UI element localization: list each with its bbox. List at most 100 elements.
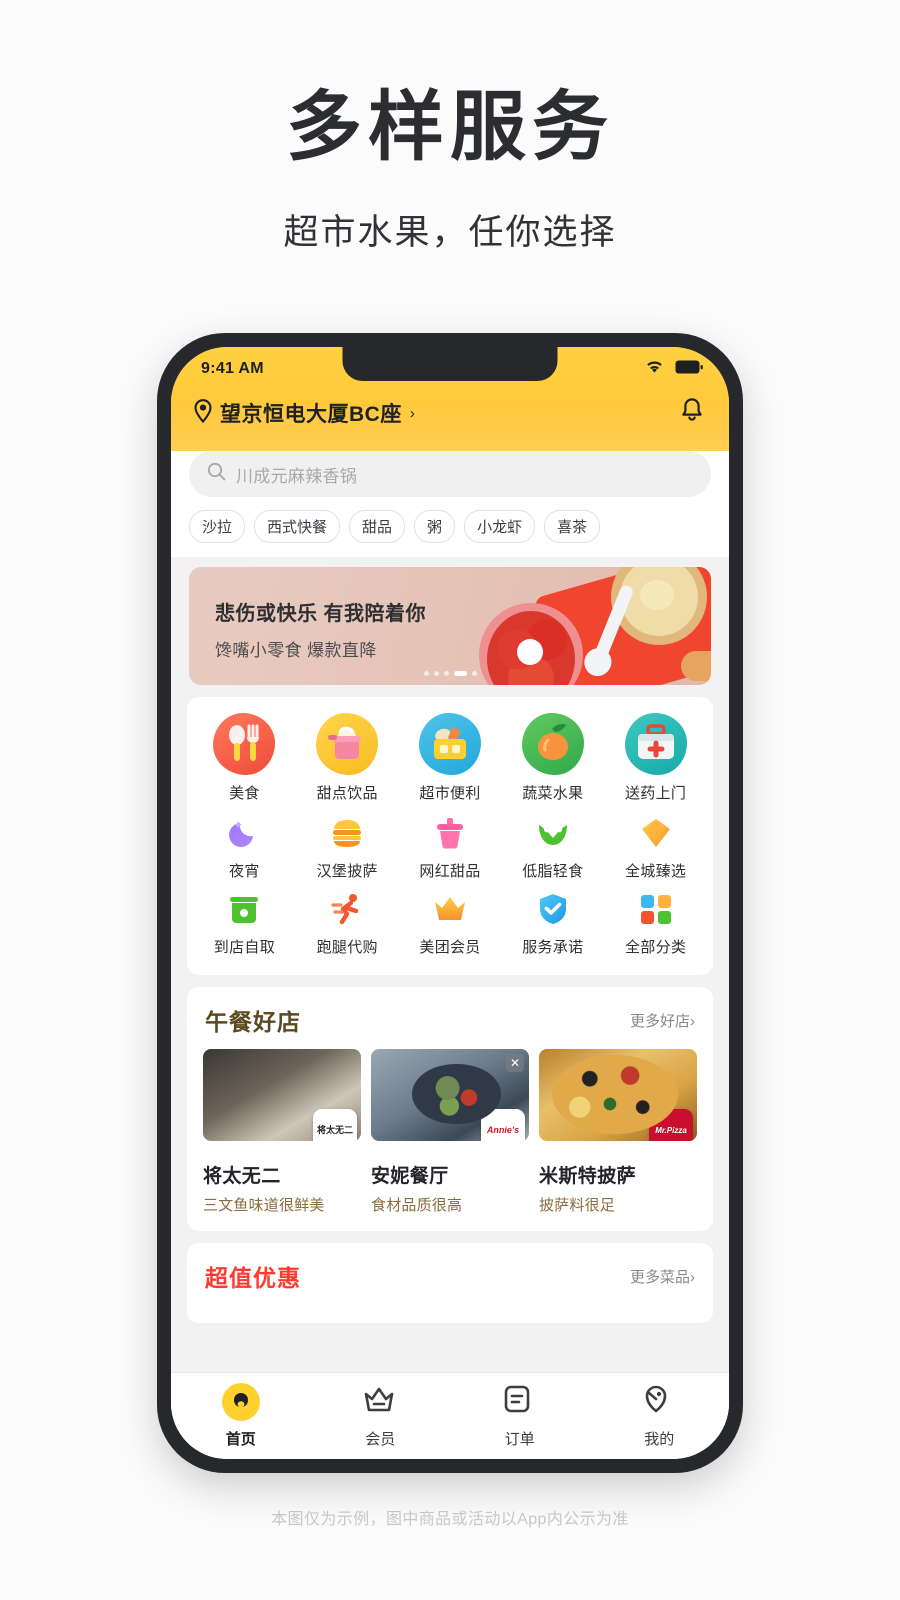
- lunch-stores-card: 午餐好店 更多好店› 将太无二 将太无二 三文鱼味道很鲜美 ✕ Annie's …: [187, 987, 713, 1231]
- store-name: 米斯特披萨: [539, 1166, 637, 1187]
- more-dishes-label: 更多菜品: [629, 1268, 690, 1286]
- profile-icon: [640, 1383, 678, 1421]
- category-grid: 美食 甜点饮品 超市便利 蔬菜水果 送药上门 夜宵 汉堡披萨 网红甜品 低脂轻食…: [187, 697, 713, 975]
- more-dishes-link[interactable]: 更多菜品›: [630, 1266, 695, 1287]
- tab-home[interactable]: 首页: [171, 1383, 311, 1449]
- grid-label: 全部分类: [624, 939, 687, 956]
- banner-text: 悲伤或快乐 有我陪着你 馋嘴小零食 爆款直降: [189, 567, 711, 661]
- grid-label: 送药上门: [624, 785, 687, 802]
- bottom-tab-bar: 首页 会员 订单 我的: [171, 1373, 729, 1459]
- page-title: 多样服务: [286, 85, 614, 170]
- store-desc: 披萨料很足: [539, 1197, 616, 1214]
- chevron-right-icon: ›: [690, 1268, 695, 1286]
- grid-item-burger-pizza[interactable]: 汉堡披萨: [296, 809, 399, 881]
- category-grid-card: 美食 甜点饮品 超市便利 蔬菜水果 送药上门 夜宵 汉堡披萨 网红甜品 低脂轻食…: [187, 697, 713, 975]
- chip-western-fastfood[interactable]: 西式快餐: [254, 510, 341, 543]
- section-title: 午餐好店: [205, 1009, 301, 1035]
- tab-label: 我的: [644, 1431, 675, 1448]
- grid-label: 超市便利: [419, 785, 481, 802]
- grid-item-supermarket[interactable]: 超市便利: [399, 713, 502, 803]
- grid-item-all-categories[interactable]: 全部分类: [604, 885, 707, 957]
- chip-congee[interactable]: 粥: [414, 510, 456, 543]
- page-subtitle: 超市水果，任你选择: [283, 212, 617, 252]
- grid-label: 蔬菜水果: [522, 785, 584, 802]
- grid-item-city-selection[interactable]: 全城臻选: [604, 809, 707, 881]
- disclaimer-text: 本图仅为示例，图中商品或活动以App内公示为准: [271, 1511, 629, 1528]
- grid-label: 全城臻选: [624, 863, 687, 880]
- grid-item-service-promise[interactable]: 服务承诺: [501, 885, 604, 957]
- order-list-icon: [501, 1383, 539, 1421]
- search-placeholder: 川成元麻辣香锅: [236, 466, 358, 486]
- deals-card: 超值优惠 更多菜品›: [187, 1243, 713, 1323]
- grid-item-dessert-drinks[interactable]: 甜点饮品: [296, 713, 399, 803]
- grid-item-trendy-dessert[interactable]: 网红甜品: [399, 809, 502, 881]
- burger-icon: [329, 815, 365, 851]
- grid-item-vegetables-fruit[interactable]: 蔬菜水果: [501, 713, 604, 803]
- banner-dot[interactable]: [471, 671, 477, 676]
- close-icon[interactable]: ✕: [506, 1054, 524, 1072]
- dessert-cup-icon: [432, 815, 468, 851]
- chip-dessert[interactable]: 甜品: [349, 510, 406, 543]
- grid-item-food[interactable]: 美食: [193, 713, 296, 803]
- utensils-icon: [213, 713, 276, 775]
- grid-label: 低脂轻食: [522, 863, 584, 880]
- shopping-basket-icon: [418, 713, 481, 775]
- grid-label: 美团会员: [419, 939, 481, 956]
- status-icons: [645, 360, 703, 379]
- tab-label: 订单: [504, 1431, 535, 1448]
- app-content[interactable]: 川成元麻辣香锅 沙拉 西式快餐 甜品 粥 小龙虾 喜茶 悲伤或快乐 有我陪着你 …: [171, 451, 729, 1459]
- store-name: 安妮餐厅: [371, 1166, 449, 1187]
- search-input[interactable]: 川成元麻辣香锅: [189, 451, 711, 497]
- grid-item-pickup[interactable]: 到店自取: [193, 885, 296, 957]
- grid-item-late-night[interactable]: 夜宵: [193, 809, 296, 881]
- chip-crayfish[interactable]: 小龙虾: [464, 510, 536, 543]
- bell-icon[interactable]: [679, 397, 705, 429]
- search-section: 川成元麻辣香锅 沙拉 西式快餐 甜品 粥 小龙虾 喜茶: [171, 451, 729, 557]
- store-image: 将太无二: [203, 1049, 361, 1141]
- diamond-icon: [638, 815, 674, 851]
- store-card[interactable]: ✕ Annie's 安妮餐厅 食材品质很高: [371, 1049, 529, 1215]
- store-logo: Annie's: [481, 1109, 525, 1141]
- shield-check-icon: [535, 891, 571, 927]
- tab-member[interactable]: 会员: [311, 1383, 451, 1449]
- grid-label: 美食: [229, 785, 260, 802]
- grid-item-medicine-delivery[interactable]: 送药上门: [604, 713, 707, 803]
- chip-salad[interactable]: 沙拉: [189, 510, 246, 543]
- tab-orders[interactable]: 订单: [450, 1383, 590, 1449]
- deals-header: 超值优惠 更多菜品›: [187, 1243, 713, 1293]
- more-stores-link[interactable]: 更多好店›: [630, 1010, 695, 1031]
- store-card[interactable]: 将太无二 将太无二 三文鱼味道很鲜美: [203, 1049, 361, 1215]
- promo-banner[interactable]: 悲伤或快乐 有我陪着你 馋嘴小零食 爆款直降: [189, 567, 711, 685]
- grid-label: 网红甜品: [419, 863, 481, 880]
- wifi-icon: [645, 360, 664, 379]
- phone-screen: 9:41 AM 望京恒电大厦BC座 › 川成元麻辣香锅 沙拉 西式快餐 甜品 粥…: [171, 347, 729, 1459]
- location-selector[interactable]: 望京恒电大厦BC座 ›: [193, 398, 415, 428]
- banner-title: 悲伤或快乐 有我陪着你: [215, 603, 427, 625]
- phone-mockup: 9:41 AM 望京恒电大厦BC座 › 川成元麻辣香锅 沙拉 西式快餐 甜品 粥…: [157, 333, 743, 1473]
- banner-subtitle: 馋嘴小零食 爆款直降: [215, 641, 377, 660]
- grid-item-low-fat[interactable]: 低脂轻食: [501, 809, 604, 881]
- grid-item-membership[interactable]: 美团会员: [399, 885, 502, 957]
- lunch-stores-header: 午餐好店 更多好店›: [187, 987, 713, 1037]
- location-pin-icon: [193, 398, 213, 428]
- banner-dot[interactable]: [443, 671, 449, 676]
- battery-icon: [675, 360, 703, 379]
- grid-label: 到店自取: [213, 939, 275, 956]
- poster-root: 多样服务 超市水果，任你选择 9:41 AM 望京恒电大厦BC座 › 川成元麻辣…: [0, 0, 900, 1600]
- banner-pagination[interactable]: [189, 671, 711, 676]
- tab-profile[interactable]: 我的: [590, 1383, 730, 1449]
- store-desc: 食材品质很高: [371, 1197, 463, 1214]
- more-stores-label: 更多好店: [629, 1012, 690, 1030]
- grid-label: 汉堡披萨: [316, 863, 378, 880]
- banner-dot[interactable]: [433, 671, 439, 676]
- store-logo: 将太无二: [313, 1109, 357, 1141]
- store-card[interactable]: Mr.Pizza 米斯特披萨 披萨料很足: [539, 1049, 697, 1215]
- tab-label: 首页: [225, 1431, 256, 1448]
- grid-item-errand[interactable]: 跑腿代购: [296, 885, 399, 957]
- store-name: 将太无二: [203, 1166, 281, 1187]
- store-image: Mr.Pizza: [539, 1049, 697, 1141]
- banner-dot-active[interactable]: [453, 671, 467, 676]
- banner-dot[interactable]: [423, 671, 429, 676]
- chevron-right-icon: ›: [409, 404, 415, 422]
- chip-heytea[interactable]: 喜茶: [544, 510, 601, 543]
